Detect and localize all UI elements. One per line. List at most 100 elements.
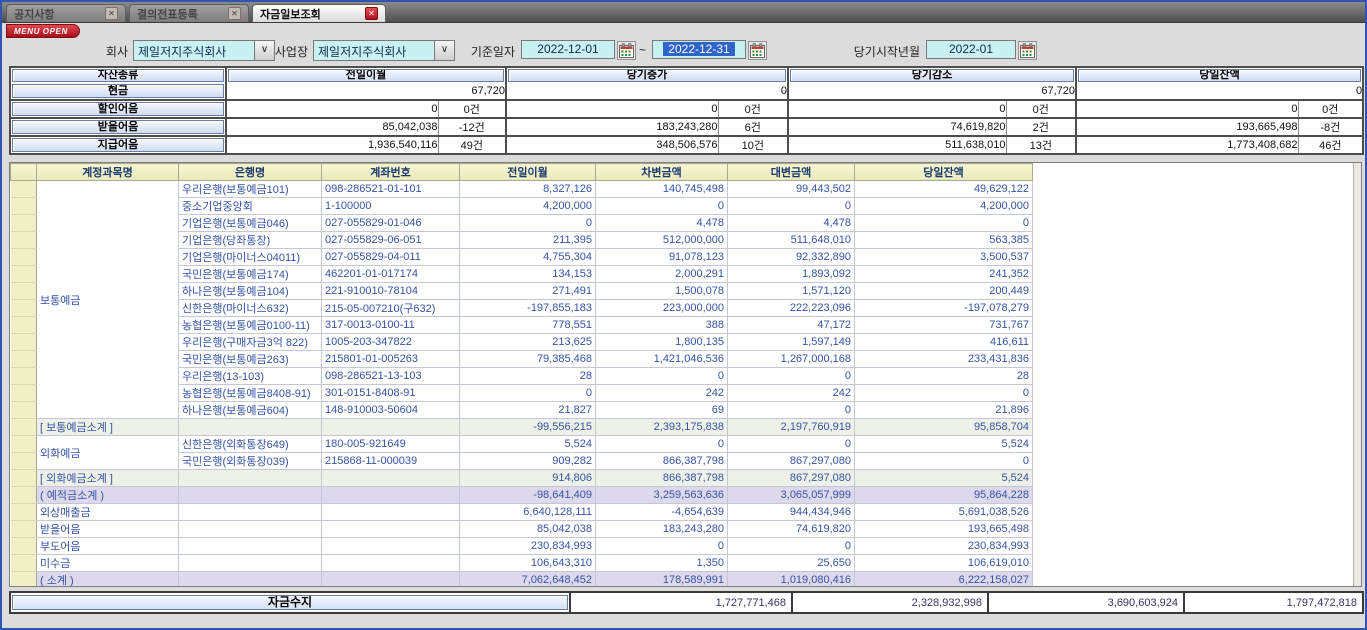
row-selector[interactable] — [11, 351, 37, 368]
summary-count: 46건 — [1298, 136, 1363, 154]
amount-cell: 6,640,128,111 — [460, 504, 596, 521]
calendar-icon[interactable] — [1018, 41, 1037, 60]
company-select[interactable]: 제일저지주식회사 ∨ — [133, 40, 275, 61]
asset-type-label-cell: 할인어음 — [10, 100, 226, 118]
row-selector[interactable] — [11, 232, 37, 249]
row-selector[interactable] — [11, 538, 37, 555]
amount-cell: 388 — [596, 317, 728, 334]
calendar-icon[interactable] — [617, 41, 636, 60]
account-number: 098-286521-13-103 — [322, 368, 460, 385]
base-date-to-selected-text: 2022-12-31 — [663, 42, 734, 56]
row-selector[interactable] — [11, 555, 37, 572]
summary-row: 받을어음85,042,038-12건183,243,2806건74,619,82… — [10, 118, 1363, 136]
amount-cell: 69 — [596, 402, 728, 419]
row-selector[interactable] — [11, 249, 37, 266]
amount-cell: 3,259,563,636 — [596, 487, 728, 504]
site-select[interactable]: 제일저지주식회사 ∨ — [313, 40, 455, 61]
amount-cell: -99,556,215 — [460, 419, 596, 436]
row-selector[interactable] — [11, 334, 37, 351]
amount-cell: 21,896 — [855, 402, 1033, 419]
summary-count: -12건 — [438, 118, 506, 136]
account-label: [ 외화예금소계 ] — [37, 470, 179, 487]
calendar-icon[interactable] — [748, 41, 767, 60]
close-icon[interactable]: ✕ — [105, 7, 118, 20]
calendar-icon-glyph — [619, 43, 634, 58]
account-label: 받을어음 — [37, 521, 179, 538]
row-selector[interactable] — [11, 368, 37, 385]
row-selector[interactable] — [11, 504, 37, 521]
row-selector[interactable] — [11, 266, 37, 283]
summary-header: 전일이월 — [228, 69, 504, 82]
account-label: 부도어음 — [37, 538, 179, 555]
amount-cell: 183,243,280 — [596, 521, 728, 538]
amount-cell: 1,500,078 — [596, 283, 728, 300]
summary-amount: 67,720 — [788, 83, 1076, 100]
fund-balance-value: 1,797,472,818 — [1184, 592, 1363, 613]
amount-cell: 1,893,092 — [728, 266, 855, 283]
bank-name: 하나은행(보통예금104) — [179, 283, 322, 300]
amount-cell: 21,827 — [460, 402, 596, 419]
summary-header-cell: 당일잔액 — [1076, 67, 1363, 83]
account-number: 221-910010-78104 — [322, 283, 460, 300]
site-label: 사업장 — [260, 43, 308, 60]
amount-cell: 200,449 — [855, 283, 1033, 300]
fund-balance-value: 2,328,932,998 — [792, 592, 988, 613]
tab-fund-daily-report[interactable]: 자금일보조회 ✕ — [252, 4, 386, 22]
row-selector[interactable] — [11, 436, 37, 453]
summary-amount: 0 — [1076, 100, 1298, 118]
summary-amount: 85,042,038 — [226, 118, 438, 136]
amount-cell: 178,589,991 — [596, 572, 728, 588]
row-selector[interactable] — [11, 402, 37, 419]
amount-cell: 0 — [596, 436, 728, 453]
row-selector[interactable] — [11, 521, 37, 538]
summary-amount: 183,243,280 — [506, 118, 718, 136]
base-date-from-input[interactable]: 2022-12-01 — [521, 40, 615, 59]
row-selector[interactable] — [11, 300, 37, 317]
account-number: 180-005-921649 — [322, 436, 460, 453]
amount-cell: 0 — [596, 538, 728, 555]
tab-notice[interactable]: 공지사항 ✕ — [6, 4, 126, 22]
summary-count: 49건 — [438, 136, 506, 154]
row-selector[interactable] — [11, 283, 37, 300]
account-number: 317-0013-0100-11 — [322, 317, 460, 334]
close-icon[interactable]: ✕ — [365, 7, 378, 20]
fund-daily-report-window: { "tabs": [ {"label": "공지사항", "active": … — [0, 0, 1367, 630]
row-selector[interactable] — [11, 317, 37, 334]
row-selector[interactable] — [11, 453, 37, 470]
amount-cell: -4,654,639 — [596, 504, 728, 521]
amount-cell: 92,332,890 — [728, 249, 855, 266]
amount-cell: 134,153 — [460, 266, 596, 283]
row-selector[interactable] — [11, 419, 37, 436]
row-selector[interactable] — [11, 215, 37, 232]
detail-header: 계좌번호 — [322, 164, 460, 181]
bank-name-empty — [179, 521, 322, 538]
amount-cell: 0 — [596, 368, 728, 385]
row-selector[interactable] — [11, 470, 37, 487]
row-selector[interactable] — [11, 181, 37, 198]
chevron-down-icon[interactable]: ∨ — [434, 41, 454, 60]
menu-open-button[interactable]: MENU OPEN — [6, 24, 80, 38]
amount-cell: 866,387,798 — [596, 470, 728, 487]
summary-header: 당기증가 — [508, 69, 786, 82]
account-group-label: 보통예금 — [37, 181, 179, 419]
amount-cell: 2,197,760,919 — [728, 419, 855, 436]
base-date-to-input[interactable]: 2022-12-31 — [652, 40, 746, 59]
bank-name-empty — [179, 487, 322, 504]
close-icon[interactable]: ✕ — [228, 7, 241, 20]
amount-cell: 2,000,291 — [596, 266, 728, 283]
row-selector[interactable] — [11, 385, 37, 402]
amount-cell: 28 — [460, 368, 596, 385]
row-selector[interactable] — [11, 198, 37, 215]
asset-type-label: 현금 — [12, 84, 224, 98]
row-selector[interactable] — [11, 572, 37, 588]
account-label: 외상매출금 — [37, 504, 179, 521]
row-selector[interactable] — [11, 487, 37, 504]
period-start-input[interactable]: 2022-01 — [926, 40, 1016, 59]
vertical-scrollbar[interactable] — [1353, 163, 1361, 586]
account-number-empty — [322, 521, 460, 538]
summary-amount: 193,665,498 — [1076, 118, 1298, 136]
detail-header: 은행명 — [179, 164, 322, 181]
detail-row: 외화예금신한은행(외화통장649)180-005-9216495,524005,… — [11, 436, 1033, 453]
tab-voucher-entry[interactable]: 결의전표등록 ✕ — [129, 4, 249, 22]
fund-balance-label: 자금수지 — [12, 595, 568, 610]
